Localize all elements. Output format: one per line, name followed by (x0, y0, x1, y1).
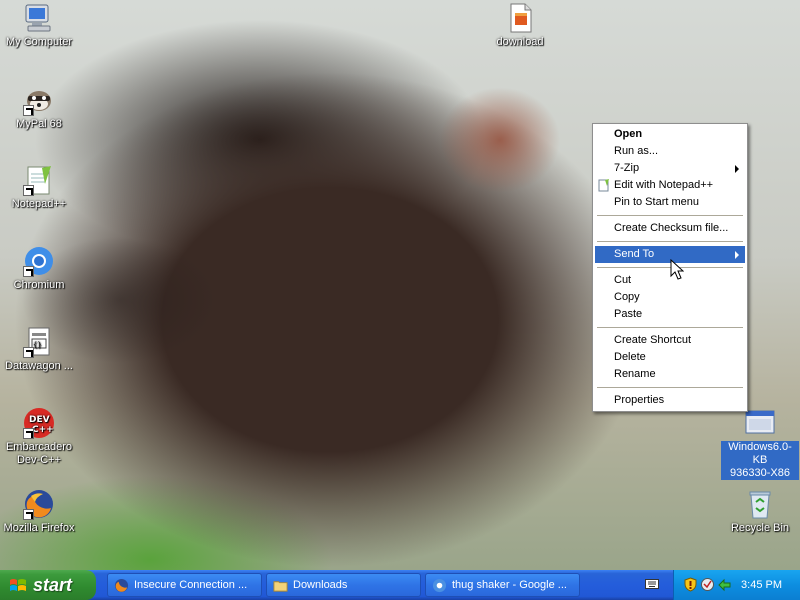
clock[interactable]: 3:45 PM (741, 570, 782, 600)
recycle-bin-icon (744, 488, 776, 520)
menu-item-properties[interactable]: Properties (595, 392, 745, 409)
desktop-icon-my-computer[interactable]: My Computer (0, 2, 78, 49)
folder-icon (273, 581, 288, 592)
dev-cpp-icon: DEV C++ (23, 407, 55, 439)
desktop-icon-label: Recycle Bin (730, 522, 790, 534)
desktop-icon-datawagon[interactable]: {} Datawagon ... (0, 326, 78, 373)
desktop-icon-label: My Computer (5, 36, 73, 48)
desktop-icon-firefox[interactable]: Mozilla Firefox (0, 488, 78, 535)
firefox-icon (23, 488, 55, 520)
menu-separator (597, 215, 743, 216)
shortcut-arrow-icon (23, 105, 34, 116)
menu-separator (597, 327, 743, 328)
menu-item-7zip[interactable]: 7-Zip (595, 160, 745, 177)
chromium-icon (432, 578, 447, 593)
windows-update-icon (744, 407, 776, 439)
keyboard-layout-icon[interactable] (645, 578, 659, 590)
shortcut-arrow-icon (23, 347, 34, 358)
datawagon-icon: {} (23, 326, 55, 358)
desktop-icon-label: Mozilla Firefox (3, 522, 75, 534)
mouse-cursor-icon (670, 259, 684, 280)
desktop-icon-label: Windows6.0-KB 936330-X86 (721, 441, 799, 480)
taskbar: start Insecure Connection ... Downloads … (0, 570, 800, 600)
taskbar-button-label: thug shaker - Google ... (452, 579, 567, 591)
chromium-icon (23, 245, 55, 277)
update-icon[interactable] (717, 577, 732, 592)
menu-item-run-as[interactable]: Run as... (595, 143, 745, 160)
desktop-icon-label: download (496, 36, 544, 48)
menu-item-copy[interactable]: Copy (595, 289, 745, 306)
menu-item-label: Open (614, 128, 643, 140)
taskbar-button-firefox[interactable]: Insecure Connection ... (107, 573, 262, 597)
menu-item-open[interactable]: Open (595, 126, 745, 143)
taskbar-button-downloads[interactable]: Downloads (266, 573, 421, 597)
shortcut-arrow-icon (23, 509, 34, 520)
svg-text:{}: {} (33, 341, 41, 349)
menu-separator (597, 387, 743, 388)
firefox-icon (114, 578, 129, 593)
network-icon[interactable] (700, 577, 715, 592)
menu-item-label: Create Shortcut (614, 334, 692, 346)
menu-item-label: Cut (614, 274, 632, 286)
desktop-icon-dev-cpp[interactable]: DEV C++ Embarcadero Dev-C++ (0, 407, 78, 467)
mypal-icon (23, 84, 55, 116)
menu-item-label: Pin to Start menu (614, 196, 699, 208)
menu-item-label: Send To (614, 248, 655, 260)
shortcut-arrow-icon (23, 428, 34, 439)
desktop-icon-label: MyPal 68 (16, 118, 62, 130)
menu-item-create-shortcut[interactable]: Create Shortcut (595, 332, 745, 349)
taskbar-button-label: Downloads (293, 579, 348, 591)
menu-item-delete[interactable]: Delete (595, 349, 745, 366)
start-button[interactable]: start (0, 570, 96, 600)
taskbar-button-chromium[interactable]: thug shaker - Google ... (425, 573, 580, 597)
desktop-icon-download[interactable]: download (481, 2, 559, 49)
menu-item-label: Properties (614, 394, 665, 406)
svg-text:C++: C++ (32, 425, 54, 435)
notepad-plus-plus-icon (598, 179, 610, 192)
menu-item-label: Create Checksum file... (614, 222, 729, 234)
desktop-icon-label: Chromium (13, 279, 65, 291)
desktop-icon-label: Embarcadero Dev-C++ (5, 441, 73, 466)
menu-separator (597, 241, 743, 242)
desktop-icon-label: Datawagon ... (5, 360, 73, 372)
shortcut-arrow-icon (23, 185, 34, 196)
desktop-icon-chromium[interactable]: Chromium (0, 245, 78, 292)
menu-item-label: Delete (614, 351, 646, 363)
svg-text:DEV: DEV (29, 415, 50, 425)
menu-item-paste[interactable]: Paste (595, 306, 745, 323)
menu-item-edit-with-notepad[interactable]: Edit with Notepad++ (595, 177, 745, 194)
menu-item-label: Run as... (614, 145, 659, 157)
desktop-icon-mypal[interactable]: MyPal 68 (0, 84, 78, 131)
submenu-arrow-icon (735, 251, 739, 259)
notepad-plus-plus-icon (23, 164, 55, 196)
menu-item-label: Rename (614, 368, 656, 380)
menu-item-label: Paste (614, 308, 643, 320)
download-file-icon (504, 2, 536, 34)
start-label: start (33, 575, 73, 595)
desktop-icon-windows-update[interactable]: Windows6.0-KB 936330-X86 (721, 407, 799, 480)
taskbar-button-label: Insecure Connection ... (134, 579, 248, 591)
desktop-icon-label: Notepad++ (11, 198, 67, 210)
my-computer-icon (23, 2, 55, 34)
system-tray: 3:45 PM (673, 570, 800, 600)
shortcut-arrow-icon (23, 266, 34, 277)
menu-item-label: Copy (614, 291, 640, 303)
menu-item-label: 7-Zip (614, 162, 640, 174)
menu-item-rename[interactable]: Rename (595, 366, 745, 383)
desktop-background[interactable]: My Computer MyPal 68 Notepad++ Chromium … (0, 0, 800, 570)
security-shield-icon[interactable] (683, 577, 698, 592)
desktop-icon-notepad-plus-plus[interactable]: Notepad++ (0, 164, 78, 211)
windows-flag-icon (10, 579, 26, 591)
menu-item-pin-to-start[interactable]: Pin to Start menu (595, 194, 745, 211)
menu-item-label: Edit with Notepad++ (614, 179, 714, 191)
desktop-icon-recycle-bin[interactable]: Recycle Bin (721, 488, 799, 535)
submenu-arrow-icon (735, 165, 739, 173)
menu-item-create-checksum[interactable]: Create Checksum file... (595, 220, 745, 237)
